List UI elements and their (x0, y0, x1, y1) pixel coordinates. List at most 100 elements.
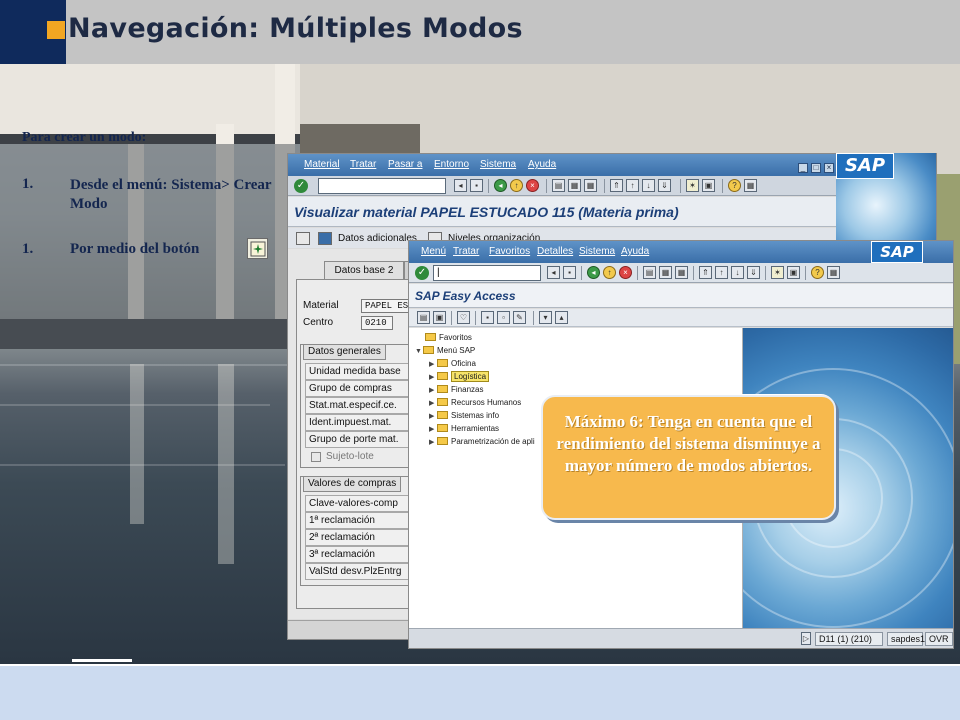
first-page-icon[interactable]: ⇑ (610, 179, 623, 192)
tree-node-sistemas-info[interactable]: ▶ Sistemas info (429, 410, 499, 422)
collapsed-arrow-icon: ▶ (429, 413, 435, 420)
help-icon[interactable]: ? (811, 266, 824, 279)
user-menu-icon[interactable]: ▤ (417, 311, 430, 324)
tree-node-finanzas[interactable]: ▶ Finanzas (429, 384, 483, 396)
first-page-icon[interactable]: ⇑ (699, 266, 712, 279)
change-favorite-icon[interactable]: ✎ (513, 311, 526, 324)
enter-icon[interactable]: ✓ (415, 266, 429, 280)
find-next-icon[interactable]: ▦ (675, 266, 688, 279)
bottom-line (72, 659, 132, 662)
find-next-icon[interactable]: ▦ (584, 179, 597, 192)
menu-entorno[interactable]: Entorno (434, 159, 469, 170)
sujeto-lote-checkbox[interactable] (311, 452, 321, 462)
back-icon[interactable]: ◂ (494, 179, 507, 192)
bottom-band (0, 664, 960, 720)
exit-icon[interactable]: ↑ (510, 179, 523, 192)
create-session-icon[interactable] (247, 238, 268, 259)
last-page-icon[interactable]: ⇓ (747, 266, 760, 279)
menu-tratar[interactable]: Tratar (453, 246, 479, 257)
tree-node-label: Oficina (451, 359, 476, 368)
delete-favorite-icon[interactable]: ▫ (497, 311, 510, 324)
tree-node-recursos-humanos[interactable]: ▶ Recursos Humanos (429, 397, 521, 409)
menu-sistema[interactable]: Sistema (480, 159, 516, 170)
field-label-row: Grupo de compras (305, 380, 415, 397)
prev-page-icon[interactable]: ↑ (715, 266, 728, 279)
tab-datos-base-2[interactable]: Datos base 2 (324, 261, 404, 279)
tree-node-oficina[interactable]: ▶ Oficina (429, 358, 476, 370)
back-nav-icon[interactable]: ◂ (454, 179, 467, 192)
layout-icon[interactable]: ▦ (827, 266, 840, 279)
print-icon[interactable]: ▤ (643, 266, 656, 279)
command-field[interactable]: | (433, 265, 541, 281)
toolbar-separator (475, 311, 476, 325)
menu-ayuda[interactable]: Ayuda (528, 159, 556, 170)
enter-icon[interactable]: ✓ (294, 179, 308, 193)
centro-field[interactable]: 0210 (361, 316, 393, 330)
next-page-icon[interactable]: ↓ (642, 179, 655, 192)
menu-pasar-a[interactable]: Pasar a (388, 159, 422, 170)
toolbar-separator (765, 266, 766, 280)
cancel-icon[interactable]: × (619, 266, 632, 279)
back-icon[interactable]: ◂ (587, 266, 600, 279)
help-icon[interactable]: ? (728, 179, 741, 192)
sap-menu-icon[interactable]: ▣ (433, 311, 446, 324)
close-icon[interactable]: × (824, 163, 834, 173)
create-session-icon[interactable]: ✶ (686, 179, 699, 192)
slide-header: Navegación: Múltiples Modos (0, 0, 960, 64)
back-nav-icon[interactable]: ◂ (547, 266, 560, 279)
tree-node-parametrizacion[interactable]: ▶ Parametrización de apli (429, 436, 535, 448)
folder-icon (437, 359, 448, 367)
next-page-icon[interactable]: ↓ (731, 266, 744, 279)
find-icon[interactable]: ▦ (568, 179, 581, 192)
menu-ayuda[interactable]: Ayuda (621, 246, 649, 257)
field-label-row: ValStd desv.PlzEntrg (305, 563, 415, 580)
shortcut-icon[interactable]: ▣ (787, 266, 800, 279)
move-up-icon[interactable]: ▴ (555, 311, 568, 324)
last-page-icon[interactable]: ⇓ (658, 179, 671, 192)
menu-menu[interactable]: Menú (421, 246, 446, 257)
minimize-icon[interactable]: _ (798, 163, 808, 173)
tree-node-label: Herramientas (451, 424, 500, 433)
tree-node-logistica[interactable]: ▶ Logística (429, 371, 490, 383)
save-icon[interactable]: ▪ (563, 266, 576, 279)
menu-tratar[interactable]: Tratar (350, 159, 376, 170)
save-icon[interactable]: ▪ (470, 179, 483, 192)
toolbar-separator (680, 179, 681, 193)
save-favorite-icon[interactable]: ▪ (481, 311, 494, 324)
layout-icon[interactable]: ▦ (744, 179, 757, 192)
menu-favoritos[interactable]: Favoritos (489, 246, 530, 257)
exit-icon[interactable]: ↑ (603, 266, 616, 279)
find-icon[interactable]: ▦ (659, 266, 672, 279)
water-reflection (0, 364, 290, 366)
group-valores-compras: Valores de compras Clave-valores-comp 1ª… (300, 476, 420, 586)
menu-detalles[interactable]: Detalles (537, 246, 573, 257)
cancel-icon[interactable]: × (526, 179, 539, 192)
shortcut-icon[interactable]: ▣ (702, 179, 715, 192)
add-favorite-icon[interactable]: ♡ (457, 311, 470, 324)
menu-material[interactable]: Material (304, 159, 340, 170)
datos-adicionales-button[interactable]: Datos adicionales (318, 231, 417, 246)
field-label-row: 1ª reclamación (305, 512, 415, 529)
create-session-icon[interactable]: ✶ (771, 266, 784, 279)
menu-sistema[interactable]: Sistema (579, 246, 615, 257)
field-label-row: Stat.mat.especif.ce. (305, 397, 415, 414)
tree-node-label: Finanzas (451, 385, 484, 394)
status-expand-icon[interactable]: ▷ (801, 632, 811, 645)
screen-title: Visualizar material PAPEL ESTUCADO 115 (… (294, 204, 679, 220)
toolbar-separator (722, 179, 723, 193)
screen-title-bar: SAP Easy Access (409, 284, 953, 308)
tree-node-favoritos[interactable]: Favoritos (425, 332, 472, 344)
maximize-icon[interactable]: □ (811, 163, 821, 173)
folder-icon (437, 385, 448, 393)
tree-node-menu-sap[interactable]: ▼ Menú SAP (415, 345, 475, 357)
other-material-button[interactable] (296, 231, 310, 246)
prev-page-icon[interactable]: ↑ (626, 179, 639, 192)
tree-node-herramientas[interactable]: ▶ Herramientas (429, 423, 499, 435)
toolbar-separator (488, 179, 489, 193)
pillar-reflection (130, 364, 144, 524)
command-field[interactable] (318, 178, 446, 194)
move-down-icon[interactable]: ▾ (539, 311, 552, 324)
print-icon[interactable]: ▤ (552, 179, 565, 192)
toolbar-separator (533, 311, 534, 325)
screen-title: SAP Easy Access (415, 289, 516, 303)
